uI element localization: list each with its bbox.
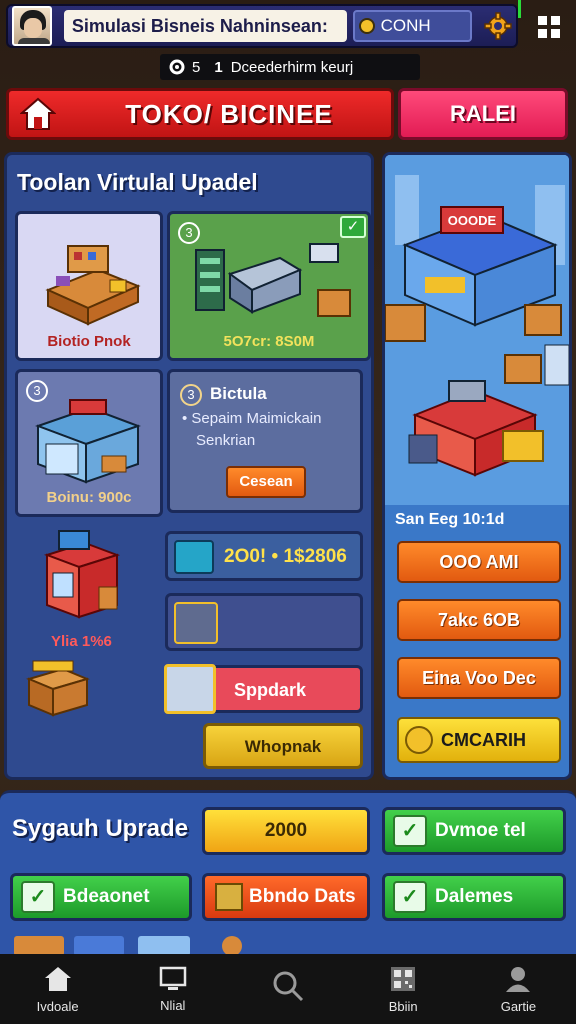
upgrade-card-workbench[interactable]: Biotio Pnok <box>15 211 163 361</box>
upgrade-bbndo-button[interactable]: Bbndo Dats <box>202 873 370 921</box>
level-value: 5 <box>192 58 201 76</box>
upgrade-dalemes-button[interactable]: ✓ Dalemes <box>382 873 566 921</box>
upgrade-bdeaonet-button[interactable]: ✓ Bdeaonet <box>10 873 192 921</box>
bottom-navigation: Ivdoale Nlial Bbiin Gartie <box>0 954 576 1024</box>
peek-item-3 <box>138 936 190 956</box>
info-number: 1 <box>214 58 223 76</box>
virtual-upgrade-panel: Toolan Virtulal Upadel Biotio Pnok 3 ✓ 5… <box>4 152 374 780</box>
nav-qr[interactable]: Bbiin <box>346 954 461 1024</box>
stats-strip: 5 1 Dceederhirm keurj <box>160 54 420 80</box>
home-icon <box>20 97 56 130</box>
upgrade-title: Sygauh Uprade <box>12 815 189 842</box>
mini-shop-caption: Ylia 1%6 <box>51 633 112 650</box>
peek-item-4 <box>222 936 242 956</box>
shop-sign-text: OOODE <box>448 213 497 228</box>
tab-main-label: TOKO/ BICINEE <box>125 98 333 129</box>
tools-icon <box>164 664 216 714</box>
grid-icon <box>538 16 560 38</box>
whopnak-button[interactable]: Whopnak <box>203 723 363 769</box>
nav-monitor-label: Nlial <box>160 997 186 1013</box>
tab-toko-bisnis[interactable]: TOKO/ BICINEE <box>6 88 394 140</box>
shop-scene-illustration: OOODE <box>385 155 569 505</box>
card-d-number: 3 <box>180 384 202 406</box>
upgrade-panel: Sygauh Uprade 2000 ✓ Dvmoe tel ✓ Bdeaone… <box>0 790 576 954</box>
upgrade-2000-label: 2000 <box>264 820 308 841</box>
card-d-button[interactable]: Cesean <box>226 466 306 498</box>
gear-small-icon <box>169 59 185 75</box>
shop-preview-panel: OOODE San Eeg 10:1d OOO AMI 7akc 6OB Ein… <box>382 152 572 780</box>
peek-item-1 <box>14 936 64 956</box>
profile-icon <box>506 966 531 992</box>
status-indicator <box>518 0 521 18</box>
orange-button-2[interactable]: 7akc 6OB <box>397 599 561 641</box>
home-button[interactable] <box>9 91 67 137</box>
workbench-illustration <box>45 245 141 326</box>
card-d-line2: Senkrian <box>196 432 256 449</box>
avatar[interactable] <box>12 6 52 46</box>
nav-qr-label: Bbiin <box>388 998 418 1014</box>
card-a-caption: Biotio Pnok <box>47 333 131 350</box>
cmcarih-button[interactable]: CMCARIH <box>397 717 561 763</box>
upgrade-bbndo-label: Bbndo Dats <box>249 886 356 907</box>
card-b-caption: 5O7cr: 8S0M <box>223 333 315 350</box>
nav-profile[interactable]: Gartie <box>461 954 576 1024</box>
check-icon: ✓ <box>393 815 427 847</box>
panel-title: Toolan Virtulal Upadel <box>17 169 258 195</box>
register-icon <box>174 602 218 644</box>
gear-icon <box>484 12 512 40</box>
coin-value: CONH <box>380 16 431 35</box>
upgrade-2000-button[interactable]: 2000 <box>202 807 370 855</box>
mini-shop-illustration <box>43 530 121 619</box>
register-slot[interactable] <box>165 593 363 651</box>
upgrade-bdeaonet-label: Bdeaonet <box>63 886 150 907</box>
nav-home-label: Ivdoale <box>36 998 79 1014</box>
peek-item-2 <box>74 936 124 956</box>
coin-icon <box>358 18 375 34</box>
upgrade-dalemes-label: Dalemes <box>435 886 514 907</box>
nav-profile-label: Gartie <box>500 998 537 1014</box>
info-text: Dceederhirm keurj <box>230 58 354 76</box>
menu-grid-button[interactable] <box>526 6 572 48</box>
settings-button[interactable] <box>480 8 516 44</box>
whopnak-label: Whopnak <box>244 737 322 756</box>
sppdark-label: Sppdark <box>234 680 307 700</box>
gold-coin-icon <box>405 726 433 754</box>
card-d-line1: • Sepaim Maimickain <box>182 410 322 427</box>
card-c-caption: Boinu: 900c <box>46 489 132 506</box>
upgrade-card-details: 3 Bictula • Sepaim Maimickain Senkrian C… <box>167 369 363 513</box>
orange-button-3[interactable]: Eina Voo Dec <box>397 657 561 699</box>
nav-home[interactable]: Ivdoale <box>0 954 115 1024</box>
box-icon <box>215 883 243 911</box>
search-icon <box>273 971 304 1002</box>
sppdark-button[interactable]: Sppdark <box>164 664 363 714</box>
shelves-illustration <box>195 243 351 317</box>
card-d-title: Bictula <box>210 384 267 403</box>
storefront-illustration <box>35 399 141 484</box>
stats-bar[interactable]: 2O0! • 1$2806 <box>165 531 363 581</box>
upgrade-dvmoe-label: Dvmoe tel <box>435 820 526 841</box>
phone-icon <box>174 540 214 574</box>
upgrade-dvmoe-button[interactable]: ✓ Dvmoe tel <box>382 807 566 855</box>
coin-counter[interactable]: CONH <box>352 10 473 42</box>
stats-bar-text: 2O0! • 1$2806 <box>224 546 347 567</box>
shop-stat-label: San Eeg 10:1d <box>395 511 505 528</box>
check-icon: ✓ <box>21 881 55 913</box>
upgrade-card-shelves[interactable]: 3 ✓ 5O7cr: 8S0M <box>167 211 371 361</box>
orange-button-1[interactable]: OOO AMI <box>397 541 561 583</box>
qr-icon <box>391 966 416 991</box>
monitor-icon <box>159 966 187 990</box>
home-icon <box>44 966 71 991</box>
game-title: Simulasi Bisneis Nahninsean: <box>63 10 347 42</box>
cmcarih-label: CMCARIH <box>441 729 526 750</box>
upgrade-card-storefront[interactable]: 3 Boinu: 900c <box>15 369 163 517</box>
tab-ralei[interactable]: RALEI <box>398 88 568 140</box>
check-icon: ✓ <box>393 881 427 913</box>
crate-icon <box>26 660 90 717</box>
nav-monitor[interactable]: Nlial <box>115 954 230 1024</box>
nav-search[interactable] <box>230 954 345 1024</box>
top-bar: Simulasi Bisneis Nahninsean: CONH <box>6 4 518 48</box>
